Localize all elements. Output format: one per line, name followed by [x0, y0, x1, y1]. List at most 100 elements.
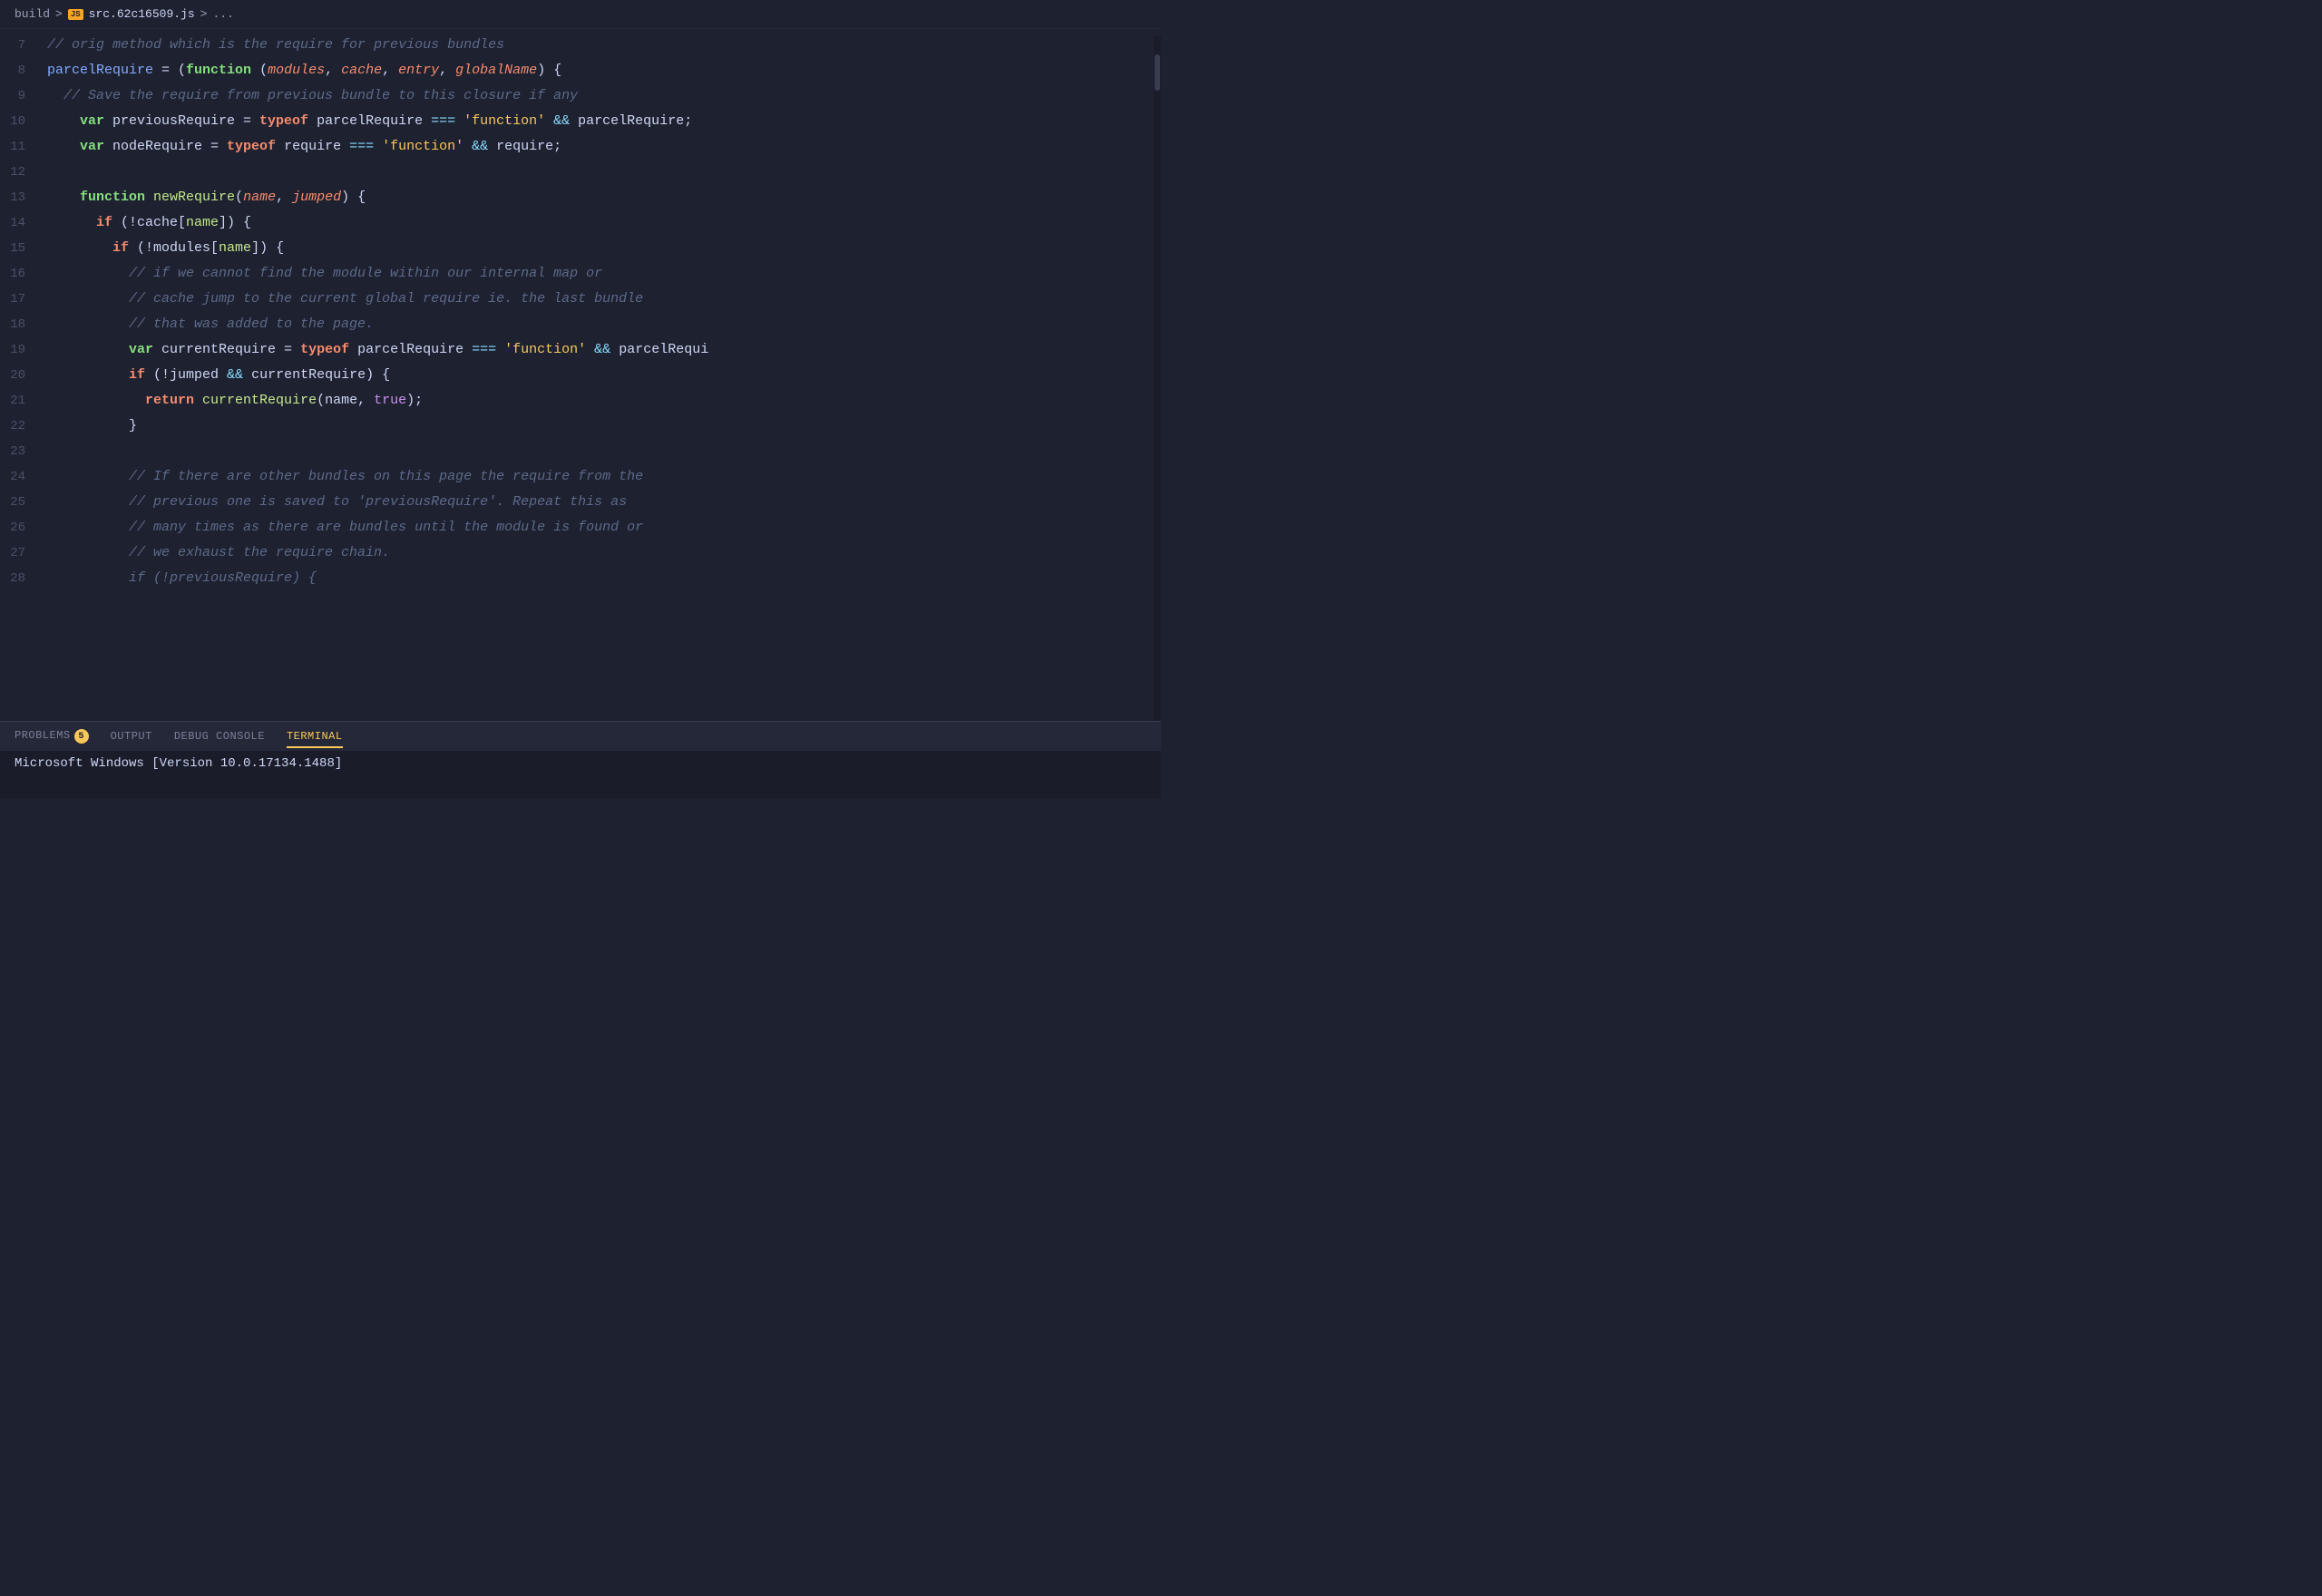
token-c-var: parcelRequire	[47, 63, 153, 78]
panel-tab-label: TERMINAL	[287, 730, 343, 743]
panel-tab-terminal[interactable]: TERMINAL	[287, 725, 343, 748]
token-c-plain: ,	[439, 63, 455, 78]
token-c-plain	[545, 113, 553, 129]
token-c-comment: // that was added to the page.	[47, 316, 374, 332]
panel-tab-label: OUTPUT	[111, 730, 152, 743]
line-number: 8	[0, 58, 47, 83]
token-c-comment: // previous one is saved to 'previousReq…	[47, 494, 627, 510]
line-number: 16	[0, 261, 47, 287]
line-content: var previousRequire = typeof parcelRequi…	[47, 109, 1161, 134]
code-line: 22 }	[0, 414, 1161, 439]
panel-tab-problems[interactable]: PROBLEMS5	[15, 724, 89, 750]
line-content: // If there are other bundles on this pa…	[47, 464, 1161, 490]
line-number: 20	[0, 363, 47, 388]
line-number: 7	[0, 33, 47, 58]
token-c-plain: nodeRequire =	[104, 139, 227, 154]
token-c-keyword2: typeof	[227, 139, 276, 154]
token-c-comment: // Save the require from previous bundle…	[47, 88, 578, 103]
line-number: 21	[0, 388, 47, 414]
panel-tab-output[interactable]: OUTPUT	[111, 725, 152, 748]
line-content	[47, 439, 1161, 464]
token-c-keyword: var	[47, 139, 104, 154]
code-line: 12	[0, 160, 1161, 185]
token-c-plain	[145, 190, 153, 205]
code-line: 20 if (!jumped && currentRequire) {	[0, 363, 1161, 388]
code-line: 17 // cache jump to the current global r…	[0, 287, 1161, 312]
token-c-comment: // If there are other bundles on this pa…	[47, 469, 643, 484]
line-content: // cache jump to the current global requ…	[47, 287, 1161, 312]
line-number: 23	[0, 439, 47, 464]
token-c-string: 'function'	[463, 113, 545, 129]
token-c-plain	[463, 139, 472, 154]
token-c-keyword2: typeof	[300, 342, 349, 357]
token-c-keyword2: return	[47, 393, 194, 408]
token-c-comment: // many times as there are bundles until…	[47, 520, 643, 535]
line-content: var currentRequire = typeof parcelRequir…	[47, 337, 1161, 363]
line-number: 10	[0, 109, 47, 134]
token-c-param: entry	[398, 63, 439, 78]
code-line: 21 return currentRequire(name, true);	[0, 388, 1161, 414]
token-c-keyword2: if	[47, 240, 129, 256]
token-c-param: globalName	[455, 63, 537, 78]
breadcrumb-bar: build > JS src.62c16509.js > ...	[0, 0, 1161, 29]
token-c-comment: // cache jump to the current global requ…	[47, 291, 643, 307]
token-c-plain: );	[406, 393, 423, 408]
token-c-func: name	[219, 240, 251, 256]
code-line: 9 // Save the require from previous bund…	[0, 83, 1161, 109]
code-line: 10 var previousRequire = typeof parcelRe…	[0, 109, 1161, 134]
token-c-plain: (!cache[	[112, 215, 186, 230]
line-number: 22	[0, 414, 47, 439]
token-c-plain: parcelRequi	[610, 342, 708, 357]
token-c-keyword2: if	[47, 215, 112, 230]
token-c-plain: require;	[488, 139, 561, 154]
breadcrumb-build[interactable]: build	[15, 7, 50, 21]
scrollbar[interactable]	[1154, 36, 1161, 722]
line-content: // Save the require from previous bundle…	[47, 83, 1161, 109]
token-c-plain: (name,	[317, 393, 374, 408]
js-file-icon: JS	[68, 9, 83, 20]
terminal-content: Microsoft Windows [Version 10.0.17134.14…	[0, 751, 1161, 798]
token-c-func: currentRequire	[202, 393, 317, 408]
panel-tab-debug-console[interactable]: DEBUG CONSOLE	[174, 725, 265, 748]
line-number: 27	[0, 540, 47, 566]
code-line: 27 // we exhaust the require chain.	[0, 540, 1161, 566]
line-content: var nodeRequire = typeof require === 'fu…	[47, 134, 1161, 160]
token-c-plain: ,	[382, 63, 398, 78]
token-c-func: name	[186, 215, 219, 230]
token-c-plain: parcelRequire	[349, 342, 472, 357]
line-content: if (!jumped && currentRequire) {	[47, 363, 1161, 388]
line-number: 9	[0, 83, 47, 109]
panel-tabs: PROBLEMS5 OUTPUT DEBUG CONSOLE TERMINAL	[0, 722, 1161, 751]
line-number: 24	[0, 464, 47, 490]
token-c-plain: require	[276, 139, 349, 154]
token-c-plain: = (	[153, 63, 186, 78]
token-c-plain: (	[235, 190, 243, 205]
breadcrumb-filename[interactable]: src.62c16509.js	[89, 7, 195, 21]
token-c-plain: }	[47, 418, 137, 433]
token-c-comment: // if we cannot find the module within o…	[47, 266, 602, 281]
panel-tab-label: DEBUG CONSOLE	[174, 730, 265, 743]
code-line: 8parcelRequire = (function (modules, cac…	[0, 58, 1161, 83]
line-content: // orig method which is the require for …	[47, 33, 1161, 58]
code-line: 28 if (!previousRequire) {	[0, 566, 1161, 591]
line-content: parcelRequire = (function (modules, cach…	[47, 58, 1161, 83]
line-content: // that was added to the page.	[47, 312, 1161, 337]
line-content: function newRequire(name, jumped) {	[47, 185, 1161, 210]
line-number: 17	[0, 287, 47, 312]
token-c-op: ===	[349, 139, 374, 154]
token-c-plain	[194, 393, 202, 408]
token-c-op: ===	[431, 113, 455, 129]
line-content: // we exhaust the require chain.	[47, 540, 1161, 566]
line-content: // many times as there are bundles until…	[47, 515, 1161, 540]
terminal-text: Microsoft Windows [Version 10.0.17134.14…	[15, 756, 342, 771]
code-line: 14 if (!cache[name]) {	[0, 210, 1161, 236]
token-c-keyword2: if	[47, 367, 145, 383]
code-line: 26 // many times as there are bundles un…	[0, 515, 1161, 540]
line-number: 28	[0, 566, 47, 591]
token-c-op: &&	[227, 367, 243, 383]
token-c-plain: parcelRequire	[308, 113, 431, 129]
token-c-keyword: var	[47, 342, 153, 357]
line-content: // previous one is saved to 'previousReq…	[47, 490, 1161, 515]
scrollbar-thumb[interactable]	[1155, 54, 1160, 91]
token-c-op: &&	[553, 113, 570, 129]
